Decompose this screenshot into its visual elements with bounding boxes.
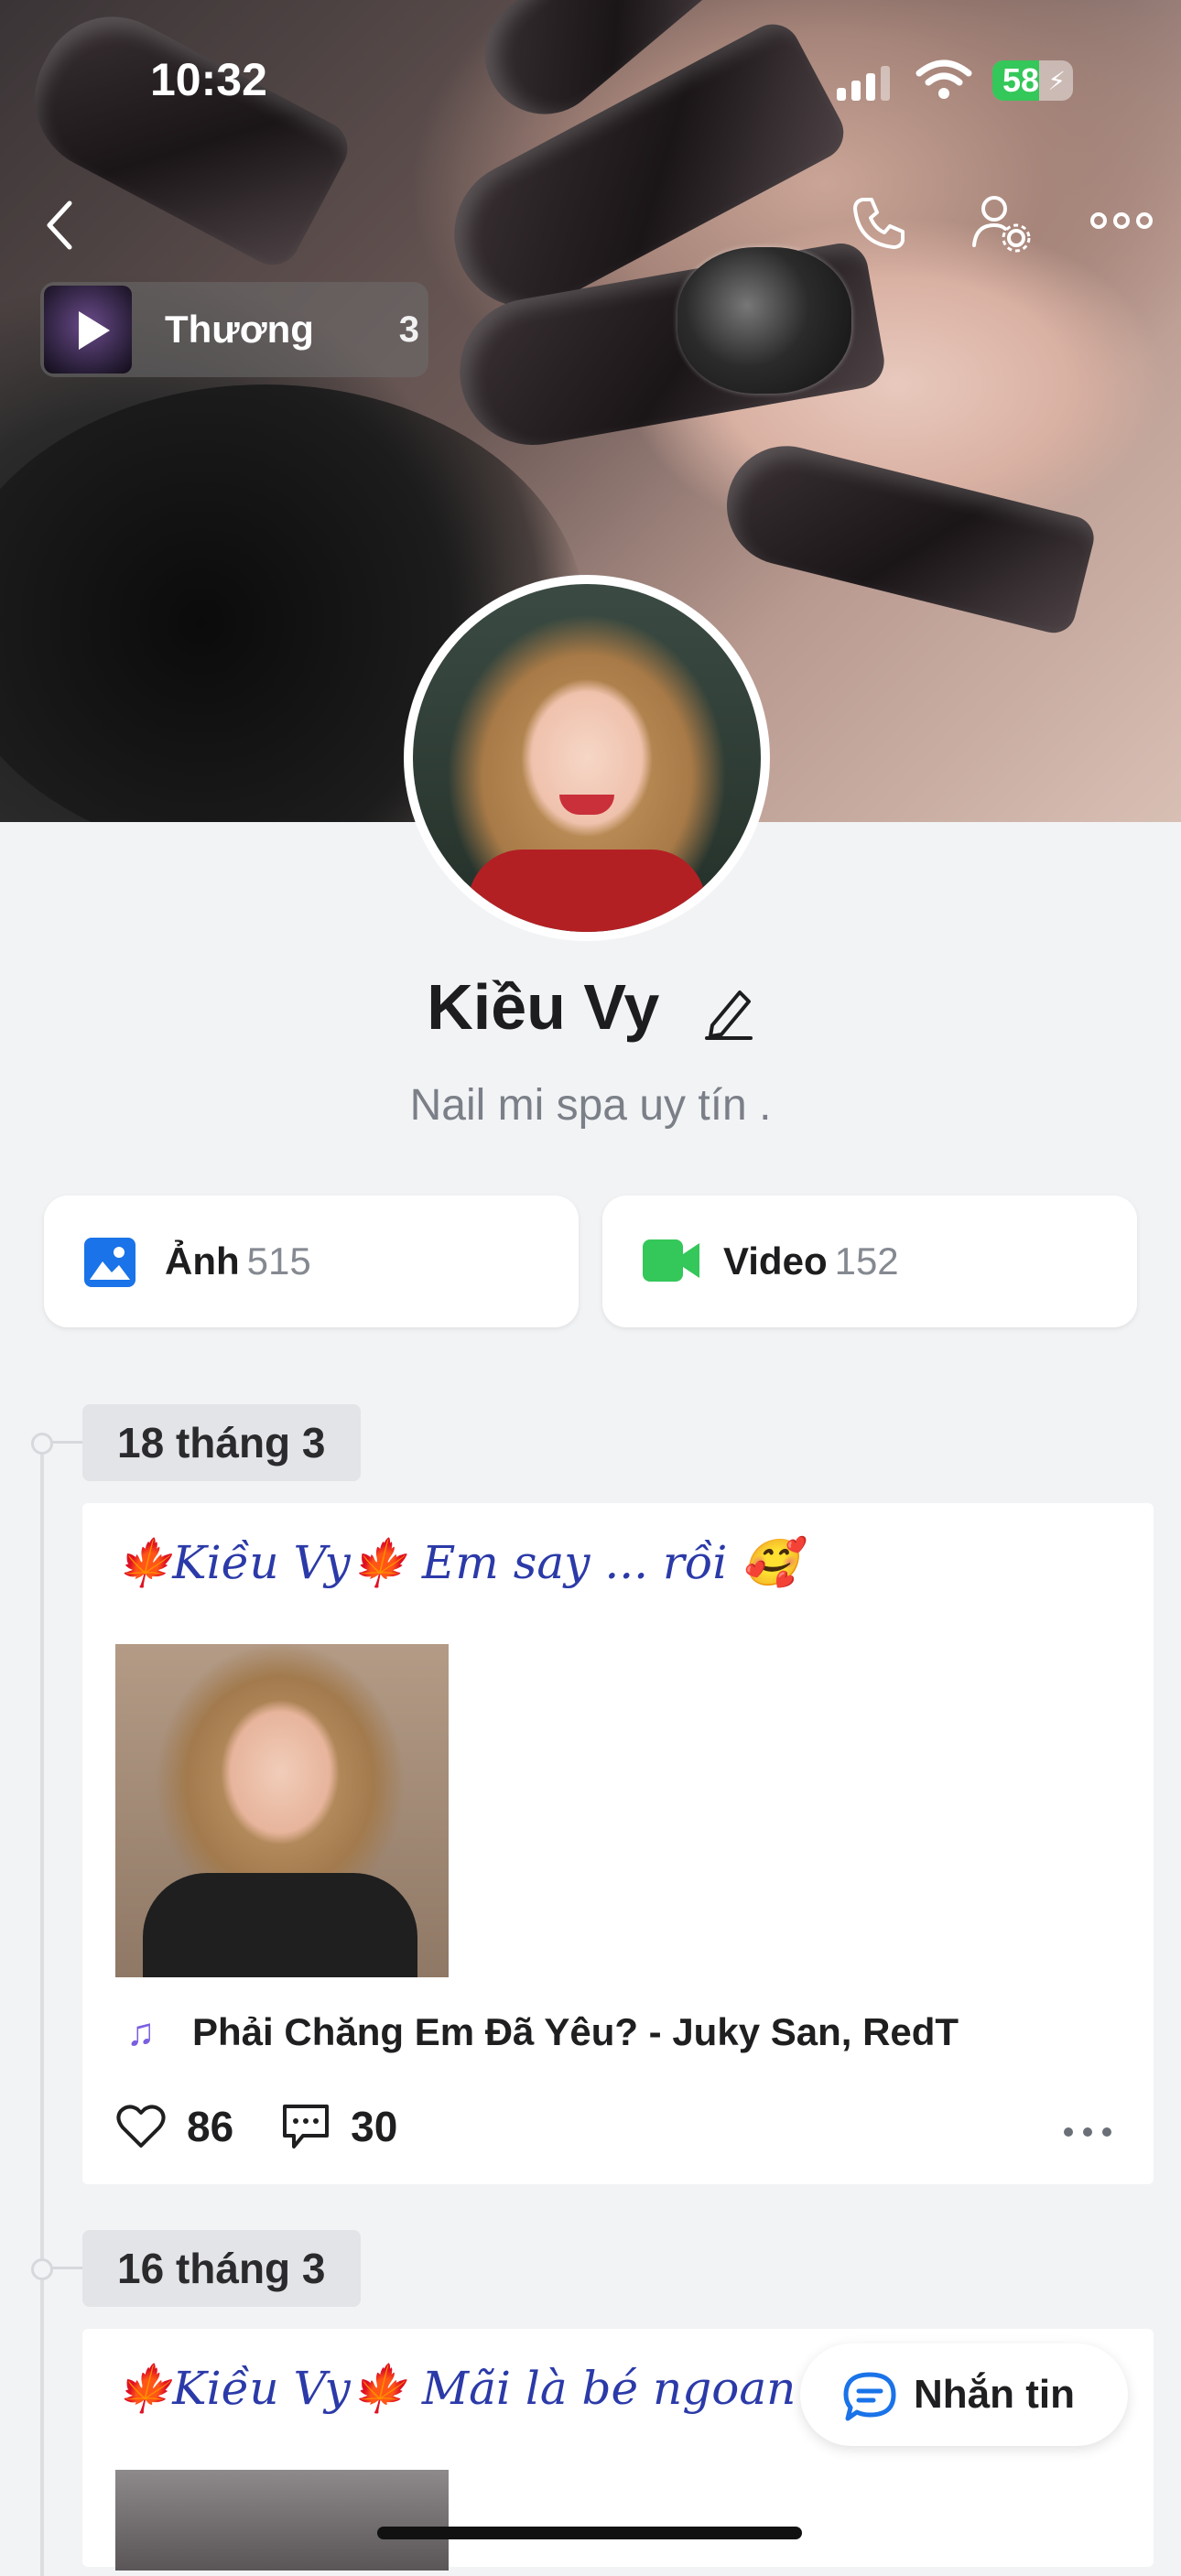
videos-label-text: Video xyxy=(723,1239,828,1283)
profile-name-row: Kiều Vy xyxy=(0,970,1181,1044)
timeline-connector xyxy=(51,2267,82,2269)
cellular-signal-icon xyxy=(837,66,890,101)
timeline-line xyxy=(40,1441,44,2576)
comment-icon xyxy=(283,2105,330,2148)
playlist-count: 3 xyxy=(398,309,419,350)
playlist-thumbnail xyxy=(44,286,132,373)
heart-icon xyxy=(116,2105,166,2148)
status-bar: 10:32 58 ⚡ xyxy=(0,46,1181,119)
playlist-name: Thương xyxy=(165,308,314,351)
timeline-dot xyxy=(31,2258,53,2280)
status-time: 10:32 xyxy=(150,54,267,105)
avatar-mouth xyxy=(559,795,614,815)
post-actions: 86 30 xyxy=(115,2102,445,2151)
post-image[interactable] xyxy=(115,1644,449,1977)
post-date: 18 tháng 3 xyxy=(82,1404,361,1481)
videos-count: 152 xyxy=(834,1239,899,1283)
videos-card[interactable]: Video 152 xyxy=(602,1196,1137,1327)
photos-label-text: Ảnh xyxy=(165,1239,240,1283)
music-playlist-chip[interactable]: Thương 3 xyxy=(40,282,428,377)
avatar[interactable] xyxy=(404,575,770,941)
cover-gem xyxy=(677,247,851,394)
timeline-connector xyxy=(51,1441,82,1444)
post-music-title: Phải Chăng Em Đã Yêu? - Juky San, RedT xyxy=(192,2010,959,2053)
avatar-photo xyxy=(413,584,761,932)
photos-card[interactable]: Ảnh 515 xyxy=(44,1196,579,1327)
more-dots-icon[interactable] xyxy=(1062,2126,1113,2138)
avatar-shirt xyxy=(468,850,706,932)
battery-level: 58 xyxy=(1002,61,1040,99)
home-indicator[interactable] xyxy=(377,2527,802,2539)
video-icon xyxy=(643,1239,699,1282)
like-count: 86 xyxy=(187,2103,234,2150)
user-settings-icon[interactable] xyxy=(970,192,1031,253)
cover-nail xyxy=(714,433,1099,638)
post-image[interactable] xyxy=(115,2470,449,2571)
post-music[interactable]: ♫ Phải Chăng Em Đã Yêu? - Juky San, RedT xyxy=(126,2010,959,2054)
play-icon xyxy=(79,311,110,350)
chat-bubble-icon xyxy=(843,2372,896,2421)
phone-icon[interactable] xyxy=(850,194,908,253)
photo-icon xyxy=(84,1238,135,1287)
chevron-left-icon[interactable] xyxy=(42,200,79,251)
photos-count: 515 xyxy=(246,1239,311,1283)
message-button-label: Nhắn tin xyxy=(914,2372,1075,2417)
profile-bio: Nail mi spa uy tín . xyxy=(409,1081,772,1130)
post-caption: 🍁Kiều Vy🍁 Em say ... rồi 🥰 xyxy=(115,1536,799,1589)
post-caption: 🍁Kiều Vy🍁 Mãi là bé ngoan xi xyxy=(115,2362,851,2415)
music-note-icon: ♫ xyxy=(126,2010,156,2053)
comment-count: 30 xyxy=(351,2103,398,2150)
bolt-icon: ⚡ xyxy=(1047,67,1066,95)
post-image-top xyxy=(143,1873,417,1977)
message-button[interactable]: Nhắn tin xyxy=(800,2343,1128,2446)
photos-label: Ảnh 515 xyxy=(165,1196,311,1327)
wifi-icon xyxy=(916,60,972,99)
post-card[interactable]: 🍁Kiều Vy🍁 Em say ... rồi 🥰 ♫ Phải Chăng E… xyxy=(82,1503,1154,2184)
battery-indicator: 58 ⚡ xyxy=(992,60,1073,101)
like-button[interactable]: 86 xyxy=(115,2102,233,2151)
timeline-dot xyxy=(31,1433,53,1455)
edit-pencil-icon[interactable] xyxy=(703,985,754,1040)
post-date: 16 tháng 3 xyxy=(82,2230,361,2307)
ellipsis-icon[interactable] xyxy=(1089,207,1154,234)
profile-name: Kiều Vy xyxy=(427,971,660,1043)
videos-label: Video 152 xyxy=(723,1196,899,1327)
comment-button[interactable]: 30 xyxy=(281,2102,397,2151)
